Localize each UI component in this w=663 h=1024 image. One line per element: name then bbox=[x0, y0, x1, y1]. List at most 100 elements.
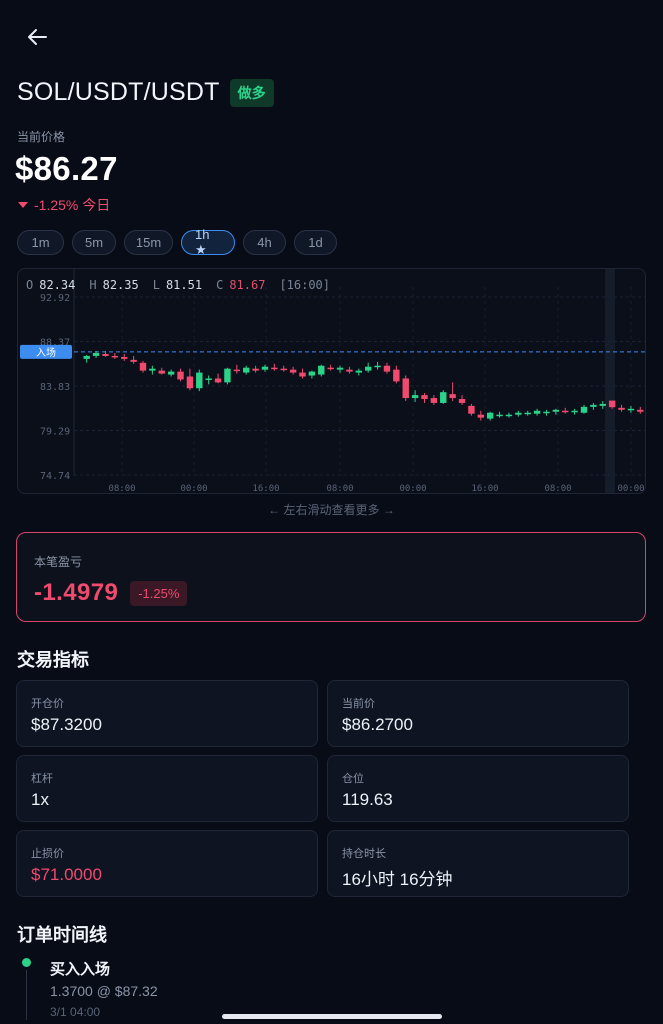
candle-body bbox=[121, 356, 128, 359]
candle-body bbox=[130, 359, 137, 362]
metrics-title: 交易指标 bbox=[17, 650, 89, 670]
candle-body bbox=[458, 399, 466, 403]
metric-value: 1x bbox=[31, 790, 49, 809]
timeline-event-detail: 1.3700 @ $87.32 bbox=[50, 983, 158, 999]
timeframe-5m[interactable]: 5m bbox=[72, 230, 116, 255]
timeline-title: 订单时间线 bbox=[17, 925, 107, 945]
candle-body bbox=[252, 368, 259, 371]
pnl-label: 本笔盈亏 bbox=[34, 555, 83, 569]
candle-body bbox=[355, 370, 363, 373]
candle-body bbox=[214, 378, 222, 383]
candle-body bbox=[496, 414, 503, 417]
metric-holding-time: 持仓时长 16小时 16分钟 bbox=[327, 830, 629, 897]
candle-body bbox=[608, 400, 616, 408]
metric-label: 当前价 bbox=[342, 698, 375, 710]
scroll-hint: ← 左右滑动查看更多 → bbox=[268, 503, 395, 517]
candle-body bbox=[346, 369, 353, 372]
candle-body bbox=[243, 367, 250, 373]
candle-body bbox=[289, 369, 297, 373]
candle-body bbox=[505, 414, 513, 417]
metric-stop-loss: 止损价 $71.0000 bbox=[16, 830, 318, 897]
candle-body bbox=[477, 414, 484, 418]
y-tick-label: 74.74 bbox=[40, 471, 70, 482]
pnl-value: -1.4979 bbox=[34, 579, 119, 606]
candle-body bbox=[280, 368, 287, 371]
metric-value: 16小时 16分钟 bbox=[342, 870, 453, 889]
x-tick-label: 00:00 bbox=[180, 484, 207, 494]
candle-body bbox=[524, 412, 531, 415]
timeline-event-time: 3/1 04:00 bbox=[50, 1005, 101, 1019]
candle-body bbox=[421, 395, 428, 400]
candle-body bbox=[83, 355, 90, 359]
metric-value: 119.63 bbox=[342, 790, 393, 809]
timeframe-1d[interactable]: 1d bbox=[294, 230, 337, 255]
back-button[interactable] bbox=[22, 22, 52, 52]
candle-body bbox=[92, 353, 100, 356]
metric-value: $87.3200 bbox=[31, 715, 102, 734]
candle-body bbox=[580, 406, 588, 413]
metric-label: 开仓价 bbox=[31, 698, 64, 710]
candle-body bbox=[318, 365, 325, 375]
timeframe-1m[interactable]: 1m bbox=[17, 230, 64, 255]
ohlc-close-label: C bbox=[216, 278, 224, 292]
candle-body bbox=[449, 394, 456, 399]
candle-body bbox=[562, 410, 569, 413]
entry-badge-label: 入场 bbox=[36, 346, 56, 359]
candle-body bbox=[627, 408, 635, 411]
crosshair-highlight bbox=[605, 269, 615, 493]
title-row: SOL/USDT/USDT 做多 bbox=[17, 78, 274, 107]
candle-body bbox=[177, 371, 184, 380]
candle-body bbox=[139, 362, 147, 371]
timeline-line bbox=[26, 970, 27, 1020]
candle-body bbox=[261, 366, 269, 370]
candle-body bbox=[637, 409, 644, 412]
candlestick-chart[interactable]: 92.9288.3783.8379.2974.7408:00 00:00 16:00… bbox=[18, 269, 646, 494]
pnl-card: 本笔盈亏 -1.4979 -1.25% bbox=[16, 532, 646, 622]
candle-body bbox=[533, 410, 541, 414]
pair-title: SOL/USDT/USDT bbox=[17, 78, 220, 106]
y-tick-label: 92.92 bbox=[40, 293, 70, 304]
timeframe-15m[interactable]: 15m bbox=[124, 230, 173, 255]
candle-body bbox=[149, 368, 156, 371]
ohlc-close: 81.67 bbox=[229, 278, 266, 292]
timeframe-selector: 1m 5m 15m 1h ★ 4h 1d bbox=[17, 227, 337, 257]
metric-entry-price: 开仓价 $87.3200 bbox=[16, 680, 318, 747]
timeline-dot-icon bbox=[22, 958, 31, 967]
candle-body bbox=[196, 372, 203, 389]
timeline-event-title: 买入入场 bbox=[50, 961, 111, 978]
candle-body bbox=[468, 405, 475, 414]
candle-body bbox=[571, 410, 578, 413]
ohlc-high-label: H bbox=[89, 278, 97, 292]
arrow-left-icon bbox=[28, 29, 47, 45]
candle-body bbox=[364, 366, 372, 371]
current-price: $86.27 bbox=[15, 150, 118, 187]
candle-body bbox=[158, 370, 165, 374]
ohlc-readout: O 82.34 H 82.35 L 81.51 C 81.67 [16:00] bbox=[26, 278, 330, 292]
candle-body bbox=[393, 369, 400, 382]
timeframe-4h[interactable]: 4h bbox=[243, 230, 286, 255]
x-tick-label: 08:00 bbox=[326, 484, 353, 494]
candle-body bbox=[618, 407, 625, 410]
metric-value: $71.0000 bbox=[31, 865, 102, 884]
current-price-label: 当前价格 bbox=[17, 130, 66, 144]
price-chart[interactable]: 92.92 88.37 83.83 79.29 74.74 08:00 00:00 16:00… bbox=[17, 268, 646, 494]
x-tick-label: 16:00 bbox=[252, 484, 279, 494]
ohlc-low-label: L bbox=[152, 278, 160, 292]
y-tick-label: 83.83 bbox=[40, 382, 70, 393]
candle-body bbox=[327, 367, 334, 370]
ohlc-open: 82.34 bbox=[39, 278, 76, 292]
ohlc-open-label: O bbox=[26, 278, 34, 292]
candle-body bbox=[111, 355, 119, 358]
timeframe-1h[interactable]: 1h ★ bbox=[181, 227, 235, 257]
pnl-percent-badge: -1.25% bbox=[130, 580, 188, 606]
candle-body bbox=[336, 367, 344, 370]
metric-position: 仓位 119.63 bbox=[327, 755, 629, 822]
candle-body bbox=[233, 369, 241, 372]
candle-body bbox=[430, 398, 438, 403]
metric-label: 仓位 bbox=[342, 773, 364, 785]
candle-body bbox=[299, 372, 306, 377]
candle-body bbox=[590, 404, 597, 407]
candle-body bbox=[552, 409, 560, 412]
metric-current-price: 当前价 $86.2700 bbox=[327, 680, 629, 747]
y-tick-label: 79.29 bbox=[40, 426, 70, 437]
